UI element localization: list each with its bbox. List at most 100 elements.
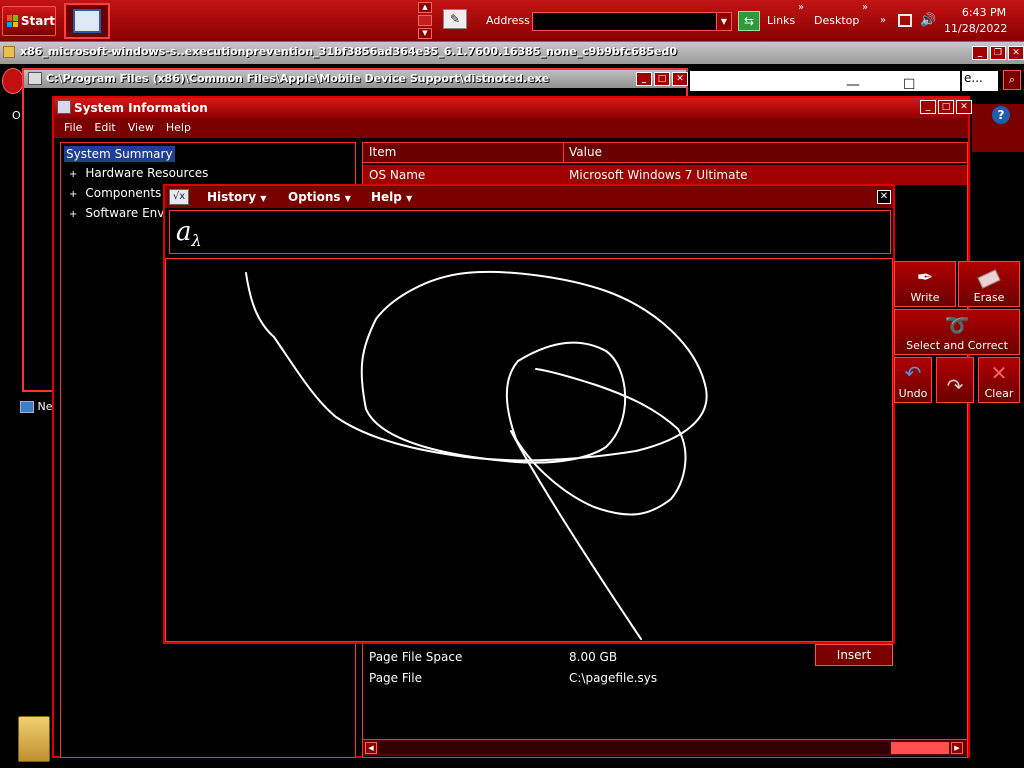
column-divider[interactable]: [563, 143, 564, 163]
close-button[interactable]: ✕: [956, 100, 972, 114]
tool-label: Write: [910, 291, 940, 304]
menu-label: History: [207, 190, 257, 204]
formula-subscript: λ: [191, 231, 202, 251]
browser-search-box[interactable]: e...: [962, 71, 998, 91]
taskbar-app-system-information[interactable]: [64, 3, 110, 39]
desktop-icon-network[interactable]: Ne: [20, 400, 53, 413]
go-icon[interactable]: ⇆: [738, 11, 760, 31]
row-value: C:\pagefile.sys: [569, 671, 658, 685]
expand-icon[interactable]: +: [69, 189, 77, 200]
menu-label: Help: [371, 190, 402, 204]
menu-edit[interactable]: Edit: [88, 118, 121, 138]
math-input-panel: √x History ▼ Options ▼ Help ▼ ✕ aλ: [163, 184, 895, 644]
scroll-up-icon[interactable]: ▲: [418, 2, 432, 13]
row-item: OS Name: [369, 168, 426, 182]
menu-options[interactable]: Options ▼: [288, 190, 351, 204]
search-icon[interactable]: ⌕: [1003, 70, 1021, 90]
desktop-toolbar[interactable]: Desktop: [814, 14, 859, 27]
scroll-middle[interactable]: [418, 15, 432, 26]
write-button[interactable]: ✒ Write: [894, 261, 956, 307]
redo-button[interactable]: ↷: [936, 357, 974, 403]
scrollbar-track[interactable]: [379, 742, 891, 754]
maximize-button[interactable]: □: [654, 72, 670, 86]
back-button-icon[interactable]: [2, 68, 24, 94]
minimize-button[interactable]: _: [920, 100, 936, 114]
tree-item-hardware-resources[interactable]: + Hardware Resources: [69, 166, 208, 180]
windows-logo-icon: [7, 15, 18, 27]
address-label: Address: [486, 14, 530, 27]
taskbar: Start ▲ ▼ ✎ Address ▼ ⇆ » Links » Deskto…: [0, 0, 1024, 42]
chevron-down-icon: ▼: [260, 194, 267, 203]
expand-icon[interactable]: +: [69, 209, 77, 220]
tree-item-system-summary[interactable]: System Summary: [64, 146, 175, 162]
scroll-right-icon[interactable]: ▶: [951, 742, 963, 754]
tray-expand-icon[interactable]: »: [880, 15, 886, 26]
redo-icon: ↷: [946, 374, 964, 398]
table-row[interactable]: OS Name Microsoft Windows 7 Ultimate: [363, 165, 967, 185]
undo-icon: ↶: [904, 361, 922, 385]
window-titlebar[interactable]: C:\Program Files (x86)\Common Files\Appl…: [24, 70, 688, 88]
menu-view[interactable]: View: [122, 118, 160, 138]
tool-label: Erase: [973, 291, 1005, 304]
close-button[interactable]: ✕: [672, 72, 688, 86]
close-button[interactable]: ✕: [1008, 46, 1024, 60]
insert-button[interactable]: Insert: [815, 644, 893, 666]
clear-icon: ✕: [990, 361, 1008, 385]
menu-help[interactable]: Help ▼: [371, 190, 412, 204]
desktop-chevron-icon[interactable]: »: [862, 2, 868, 13]
links-chevron-icon[interactable]: »: [798, 2, 804, 13]
tree-item-label: Software Envi: [85, 206, 168, 220]
application-icon: [28, 72, 42, 85]
folder-icon[interactable]: [18, 716, 50, 762]
menu-label: Options: [288, 190, 341, 204]
folder-icon: [3, 46, 15, 58]
clear-button[interactable]: ✕ Clear: [978, 357, 1020, 403]
tree-item-components[interactable]: + Components: [69, 186, 161, 200]
tool-label: Undo: [898, 387, 928, 400]
window-titlebar[interactable]: System Information _ □ ✕: [54, 98, 972, 118]
row-item: Page File: [369, 671, 422, 685]
volume-icon[interactable]: 🔊: [920, 13, 936, 28]
menu-file[interactable]: File: [58, 118, 88, 138]
undo-button[interactable]: ↶ Undo: [894, 357, 932, 403]
system-information-icon: [73, 9, 101, 33]
column-header-item[interactable]: Item: [369, 145, 396, 159]
tree-item-label: System Summary: [66, 147, 173, 161]
help-icon[interactable]: ?: [992, 106, 1010, 124]
math-input-quicklaunch-icon[interactable]: ✎: [443, 9, 467, 29]
caption-buttons: _ □ ✕: [920, 100, 972, 114]
close-button[interactable]: ✕: [877, 190, 891, 204]
writing-area[interactable]: [165, 258, 893, 642]
chevron-down-icon[interactable]: ▼: [716, 13, 731, 30]
math-input-icon: √x: [169, 189, 189, 205]
erase-button[interactable]: Erase: [958, 261, 1020, 307]
menu-history[interactable]: History ▼: [207, 190, 266, 204]
ink-strokes: [245, 270, 708, 640]
scroll-left-icon[interactable]: ◀: [365, 742, 377, 754]
clock-date[interactable]: 11/28/2022: [944, 22, 1007, 35]
menu-help[interactable]: Help: [160, 118, 197, 138]
expand-icon[interactable]: +: [69, 169, 77, 180]
address-input[interactable]: [532, 12, 732, 31]
tool-label: Clear: [984, 387, 1014, 400]
start-button[interactable]: Start: [2, 6, 56, 36]
scroll-down-icon[interactable]: ▼: [418, 28, 432, 39]
horizontal-scrollbar[interactable]: ◀ ▶: [363, 739, 967, 756]
clock-time[interactable]: 6:43 PM: [955, 6, 1013, 19]
network-icon[interactable]: [898, 14, 912, 27]
recognition-preview: aλ: [169, 210, 891, 254]
restore-button[interactable]: ❐: [990, 46, 1006, 60]
maximize-icon[interactable]: ☐: [903, 77, 916, 95]
select-and-correct-button[interactable]: ➰ Select and Correct: [894, 309, 1020, 355]
minimize-button[interactable]: _: [972, 46, 988, 60]
scrollbar-thumb[interactable]: [891, 742, 949, 754]
links-toolbar[interactable]: Links: [767, 14, 795, 27]
math-input-titlebar[interactable]: √x History ▼ Options ▼ Help ▼ ✕: [165, 186, 893, 208]
table-row[interactable]: Page File C:\pagefile.sys: [363, 668, 967, 688]
maximize-button[interactable]: □: [938, 100, 954, 114]
tree-item-software-environment[interactable]: + Software Envi: [69, 206, 168, 220]
formula-main: a: [176, 217, 192, 247]
minimize-icon[interactable]: —: [846, 77, 860, 95]
minimize-button[interactable]: _: [636, 72, 652, 86]
column-header-value[interactable]: Value: [569, 145, 602, 159]
